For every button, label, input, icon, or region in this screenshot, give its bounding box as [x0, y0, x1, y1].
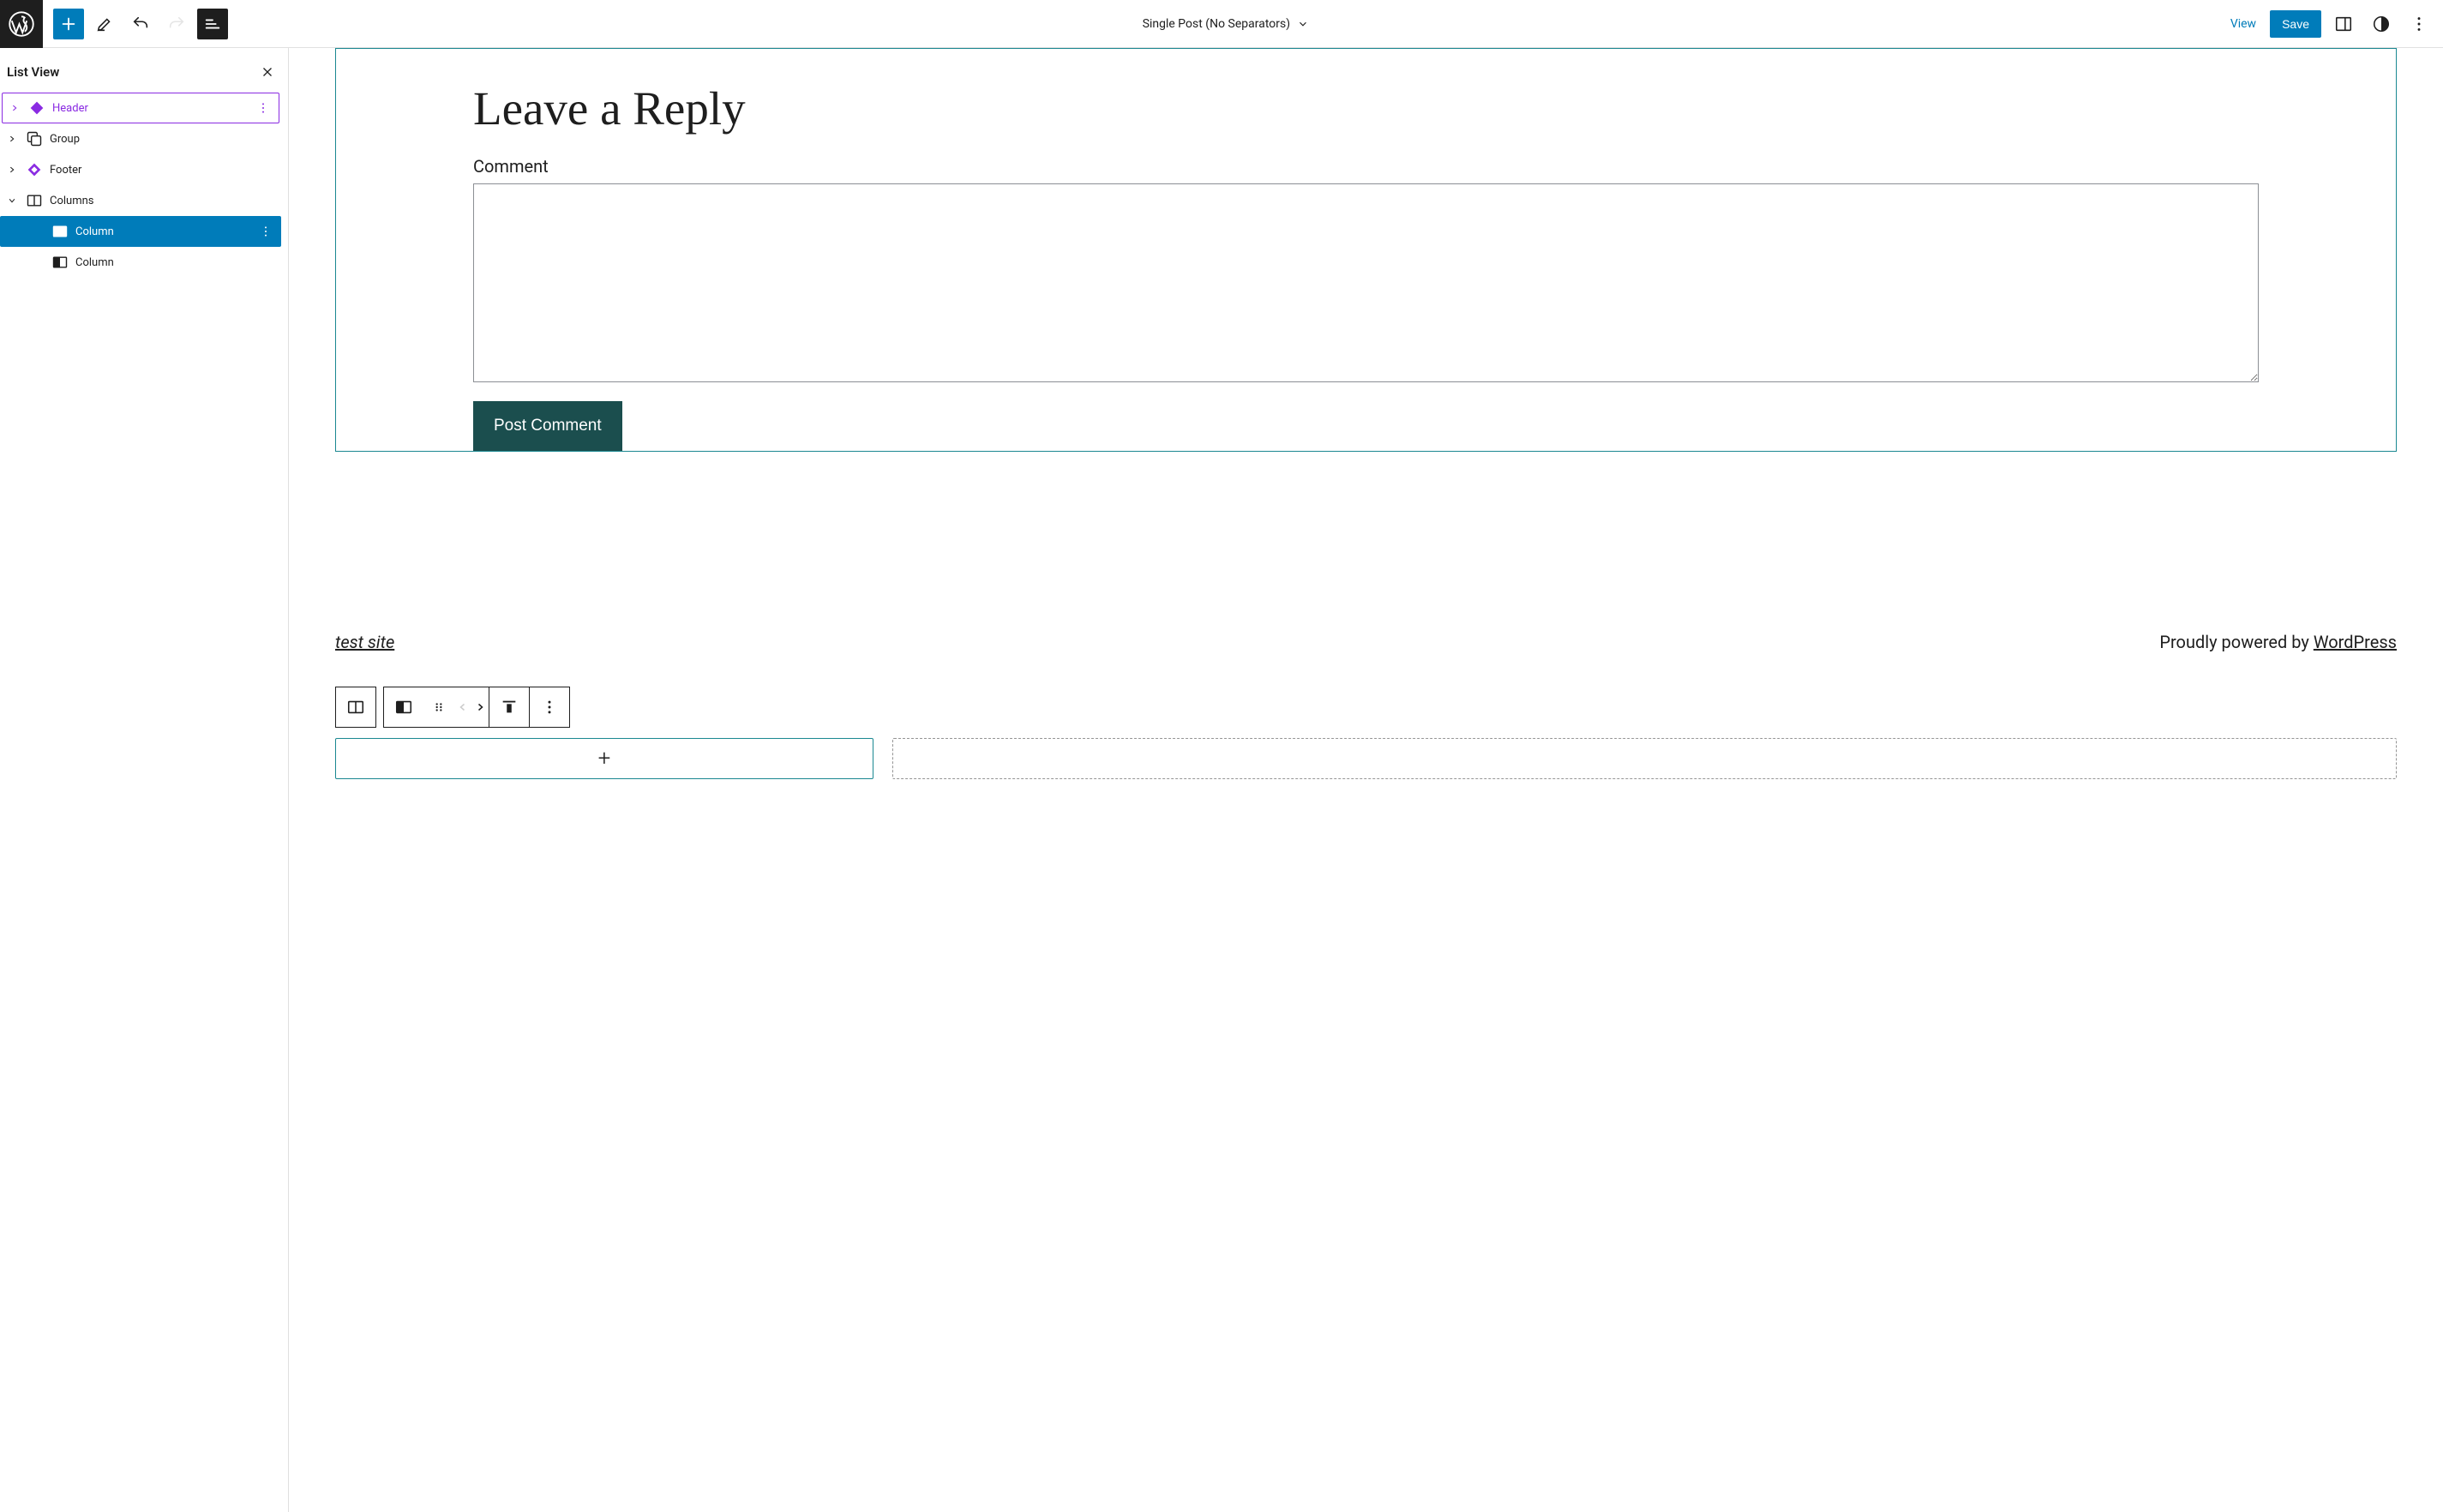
tree-item-group[interactable]: Group	[0, 123, 281, 154]
close-list-view-button[interactable]	[257, 62, 278, 82]
move-right-button[interactable]	[471, 687, 489, 727]
comment-textarea[interactable]	[473, 183, 2259, 382]
chevron-down-icon[interactable]	[1297, 18, 1309, 30]
align-button[interactable]	[489, 687, 529, 727]
sidebar-title: List View	[7, 64, 59, 80]
undo-button[interactable]	[125, 9, 156, 39]
styles-button[interactable]	[2366, 9, 2397, 39]
site-footer: test site Proudly powered by WordPress	[335, 632, 2397, 652]
column-icon	[50, 221, 70, 242]
editor-topbar: Single Post (No Separators) View Save	[0, 0, 2443, 48]
view-link[interactable]: View	[2224, 12, 2263, 36]
block-more-button[interactable]	[530, 687, 569, 727]
expand-toggle[interactable]	[8, 104, 21, 112]
wordpress-link[interactable]: WordPress	[2314, 632, 2397, 652]
toolbar-right: View Save	[2224, 9, 2443, 39]
parent-block-button[interactable]	[336, 687, 375, 727]
save-button[interactable]: Save	[2270, 10, 2321, 38]
tree-item-label: Column	[75, 256, 114, 269]
edit-tool-button[interactable]	[89, 9, 120, 39]
block-tree: Header Group Footer Columns	[0, 93, 288, 278]
tree-item-column[interactable]: Column	[0, 247, 281, 278]
tree-item-label: Column	[75, 225, 114, 238]
toolbar-left	[43, 9, 228, 39]
column-block-selected[interactable]: +	[335, 738, 873, 779]
comments-form-block[interactable]: Leave a Reply Comment Post Comment	[335, 48, 2397, 452]
columns-icon	[24, 190, 45, 211]
column-block-empty[interactable]	[892, 738, 2397, 779]
template-part-icon	[24, 159, 45, 180]
columns-block[interactable]: +	[335, 738, 2397, 779]
column-icon	[50, 252, 70, 273]
expand-toggle[interactable]	[5, 196, 19, 205]
list-view-button[interactable]	[197, 9, 228, 39]
move-left-button[interactable]	[454, 687, 471, 727]
settings-sidebar-button[interactable]	[2328, 9, 2359, 39]
powered-by-text: Proudly powered by WordPress	[2159, 632, 2397, 652]
block-type-button[interactable]	[384, 687, 423, 727]
template-part-icon	[27, 98, 47, 118]
add-block-button[interactable]	[53, 9, 84, 39]
tree-item-label: Group	[50, 133, 80, 146]
tree-item-header[interactable]: Header	[2, 93, 279, 123]
site-title-link[interactable]: test site	[335, 632, 394, 652]
document-title[interactable]: Single Post (No Separators)	[1143, 17, 1290, 31]
comment-label: Comment	[473, 156, 2259, 177]
reply-title: Leave a Reply	[473, 81, 2259, 135]
tree-item-columns[interactable]: Columns	[0, 185, 281, 216]
list-view-sidebar: List View Header Group F	[0, 48, 289, 1512]
tree-item-label: Header	[52, 102, 88, 115]
expand-toggle[interactable]	[5, 135, 19, 143]
wp-logo-button[interactable]	[0, 0, 43, 48]
more-options-button[interactable]	[2404, 9, 2434, 39]
drag-handle[interactable]	[423, 687, 454, 727]
tree-item-label: Footer	[50, 164, 81, 177]
editor-canvas: Leave a Reply Comment Post Comment test …	[289, 48, 2443, 1512]
add-block-inside-icon[interactable]: +	[598, 746, 611, 771]
tree-item-more[interactable]	[250, 225, 281, 238]
tree-item-more[interactable]	[248, 101, 279, 115]
tree-item-column[interactable]: Column	[0, 216, 281, 247]
toolbar-center: Single Post (No Separators)	[228, 17, 2224, 31]
tree-item-footer[interactable]: Footer	[0, 154, 281, 185]
expand-toggle[interactable]	[5, 165, 19, 174]
block-toolbar	[335, 687, 2397, 728]
redo-button[interactable]	[161, 9, 192, 39]
tree-item-label: Columns	[50, 195, 94, 207]
group-icon	[24, 129, 45, 149]
post-comment-button[interactable]: Post Comment	[473, 401, 622, 451]
